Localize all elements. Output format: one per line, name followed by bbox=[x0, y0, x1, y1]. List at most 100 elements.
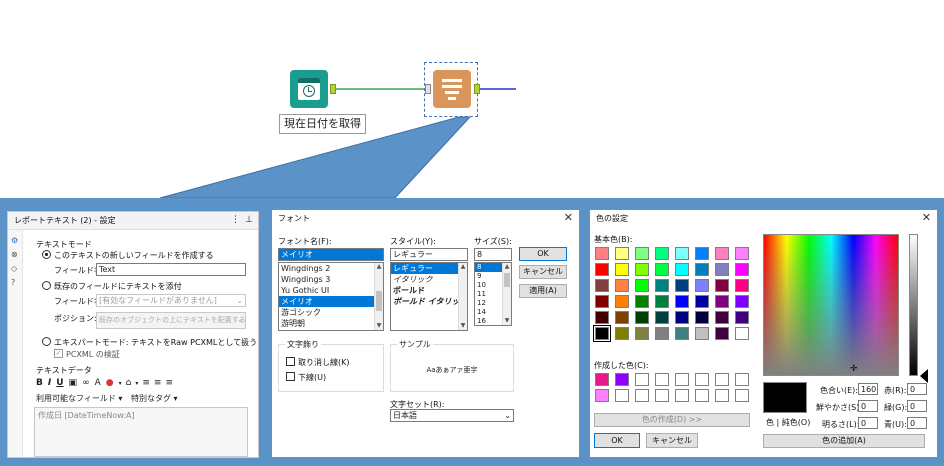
custom-color-swatch[interactable] bbox=[695, 389, 709, 402]
basic-color-swatch[interactable] bbox=[715, 279, 729, 292]
custom-color-swatch[interactable] bbox=[635, 389, 649, 402]
basic-color-swatch[interactable] bbox=[715, 263, 729, 276]
pcxml-validate-checkbox[interactable]: ✓ bbox=[54, 349, 63, 358]
basic-color-swatch[interactable] bbox=[635, 311, 649, 324]
style-list-item[interactable]: ボールド bbox=[391, 285, 467, 296]
more-options-icon[interactable]: ⋮ bbox=[231, 215, 240, 225]
add-custom-color-button[interactable]: 色の追加(A) bbox=[763, 434, 925, 448]
underline-checkbox[interactable] bbox=[286, 372, 295, 381]
color-cancel-button[interactable]: キャンセル bbox=[646, 433, 698, 448]
saturation-input[interactable]: 0 bbox=[858, 400, 878, 412]
custom-color-swatch[interactable] bbox=[675, 389, 689, 402]
font-list-item[interactable]: メイリオ bbox=[279, 296, 383, 307]
hue-input[interactable]: 160 bbox=[858, 383, 878, 395]
custom-color-swatch[interactable] bbox=[735, 389, 749, 402]
font-icon[interactable]: A bbox=[95, 378, 101, 388]
basic-color-swatch[interactable] bbox=[735, 295, 749, 308]
font-list-item[interactable]: Wingdings 3 bbox=[279, 274, 383, 285]
luminance-bar[interactable] bbox=[909, 234, 918, 376]
font-name-list[interactable]: Wingdings 2 Wingdings 3 Yu Gothic UI メイリオ 游ゴ… bbox=[278, 262, 384, 331]
align-right-icon[interactable]: ≡ bbox=[165, 378, 173, 388]
font-apply-button[interactable]: 適用(A) bbox=[519, 284, 567, 298]
custom-color-swatch[interactable] bbox=[675, 373, 689, 386]
settings-gear-icon[interactable]: ⚙ bbox=[11, 236, 18, 245]
style-list-item[interactable]: ボールド イタリック bbox=[391, 296, 467, 307]
color-ok-button[interactable]: OK bbox=[594, 433, 640, 448]
custom-color-swatch[interactable] bbox=[595, 373, 609, 386]
font-list-item[interactable]: Wingdings 2 bbox=[279, 263, 383, 274]
style-input[interactable]: レギュラー bbox=[390, 248, 468, 261]
report-tool-output-anchor[interactable] bbox=[474, 84, 480, 94]
close-icon[interactable]: ✕ bbox=[564, 212, 573, 224]
blue-input[interactable]: 0 bbox=[907, 417, 927, 429]
font-ok-button[interactable]: OK bbox=[519, 247, 567, 261]
append-field-select[interactable]: [有効なフィールドがありません] ⌄ bbox=[96, 294, 246, 307]
color-palette-icon[interactable]: ● bbox=[106, 378, 114, 388]
underline-icon[interactable]: U bbox=[56, 378, 63, 388]
available-fields-dropdown[interactable]: 利用可能なフィールド ▾ bbox=[36, 394, 122, 403]
basic-color-swatch[interactable] bbox=[615, 263, 629, 276]
define-custom-button[interactable]: 色の作成(D) >> bbox=[594, 413, 750, 427]
size-list[interactable]: 8 9 10 11 12 14 16 ▲ ▼ bbox=[474, 262, 512, 326]
custom-color-swatch[interactable] bbox=[635, 373, 649, 386]
pin-icon[interactable]: ⊥ bbox=[245, 215, 253, 225]
charset-select[interactable]: 日本語 ⌄ bbox=[390, 409, 514, 422]
basic-color-swatch[interactable] bbox=[695, 327, 709, 340]
help-icon[interactable]: ? bbox=[11, 278, 15, 287]
size-list-scrollbar[interactable]: ▲ ▼ bbox=[502, 263, 511, 325]
italic-icon[interactable]: I bbox=[48, 378, 51, 388]
font-list-item[interactable]: Yu Gothic UI bbox=[279, 285, 383, 296]
basic-color-swatch[interactable] bbox=[715, 247, 729, 260]
basic-color-swatch[interactable] bbox=[635, 263, 649, 276]
image-icon[interactable]: ▣ bbox=[69, 378, 78, 388]
basic-color-swatch[interactable] bbox=[735, 311, 749, 324]
custom-color-swatch[interactable] bbox=[715, 389, 729, 402]
basic-color-swatch[interactable] bbox=[615, 311, 629, 324]
basic-color-swatch[interactable] bbox=[695, 247, 709, 260]
basic-color-swatch[interactable] bbox=[595, 295, 609, 308]
bold-icon[interactable]: B bbox=[36, 378, 43, 388]
font-list-scrollbar[interactable]: ▲ ▼ bbox=[374, 263, 383, 330]
luminance-slider-arrow-icon[interactable] bbox=[920, 369, 928, 383]
custom-color-swatch[interactable] bbox=[655, 389, 669, 402]
custom-color-swatch[interactable] bbox=[615, 373, 629, 386]
basic-color-swatch[interactable] bbox=[615, 295, 629, 308]
basic-color-swatch[interactable] bbox=[615, 279, 629, 292]
report-text-tool[interactable] bbox=[433, 70, 471, 108]
basic-color-swatch[interactable] bbox=[635, 279, 649, 292]
basic-color-swatch[interactable] bbox=[675, 295, 689, 308]
custom-color-swatch[interactable] bbox=[615, 389, 629, 402]
position-select[interactable]: 既存のオブジェクトの上にテキストを配置する ⌄ bbox=[96, 312, 246, 329]
basic-color-swatch[interactable] bbox=[615, 327, 629, 340]
style-list-item[interactable]: イタリック bbox=[391, 274, 467, 285]
style-list[interactable]: レギュラー イタリック ボールド ボールド イタリック ▲ ▼ bbox=[390, 262, 468, 331]
basic-color-swatch[interactable] bbox=[595, 311, 609, 324]
font-list-item[interactable]: 游ゴシック bbox=[279, 307, 383, 318]
close-circle-icon[interactable]: ⊗ bbox=[11, 250, 18, 259]
basic-color-swatch[interactable] bbox=[675, 263, 689, 276]
basic-color-swatch[interactable] bbox=[695, 295, 709, 308]
align-left-icon[interactable]: ≡ bbox=[142, 378, 150, 388]
radio-new-field[interactable] bbox=[42, 250, 51, 259]
custom-color-swatch[interactable] bbox=[655, 373, 669, 386]
basic-color-swatch[interactable] bbox=[635, 327, 649, 340]
text-content-editor[interactable]: 作成日 [DateTimeNow:A] bbox=[34, 407, 248, 457]
chevron-down-icon[interactable]: ▾ bbox=[135, 380, 138, 387]
tag-icon[interactable]: ◇ bbox=[11, 264, 17, 273]
basic-color-swatch[interactable] bbox=[715, 327, 729, 340]
font-cancel-button[interactable]: キャンセル bbox=[519, 265, 567, 279]
basic-color-swatch[interactable] bbox=[655, 263, 669, 276]
radio-append[interactable] bbox=[42, 281, 51, 290]
basic-color-swatch[interactable] bbox=[655, 247, 669, 260]
luminance-input[interactable]: 0 bbox=[858, 417, 878, 429]
basic-color-swatch[interactable] bbox=[695, 279, 709, 292]
custom-color-swatch[interactable] bbox=[695, 373, 709, 386]
basic-color-swatch[interactable] bbox=[655, 311, 669, 324]
date-time-now-tool[interactable] bbox=[290, 70, 328, 108]
align-center-icon[interactable]: ≡ bbox=[154, 378, 162, 388]
custom-color-swatch[interactable] bbox=[715, 373, 729, 386]
basic-color-swatch[interactable] bbox=[593, 325, 611, 342]
chevron-down-icon[interactable]: ▾ bbox=[119, 380, 122, 387]
basic-color-swatch[interactable] bbox=[655, 295, 669, 308]
custom-color-swatch[interactable] bbox=[735, 373, 749, 386]
